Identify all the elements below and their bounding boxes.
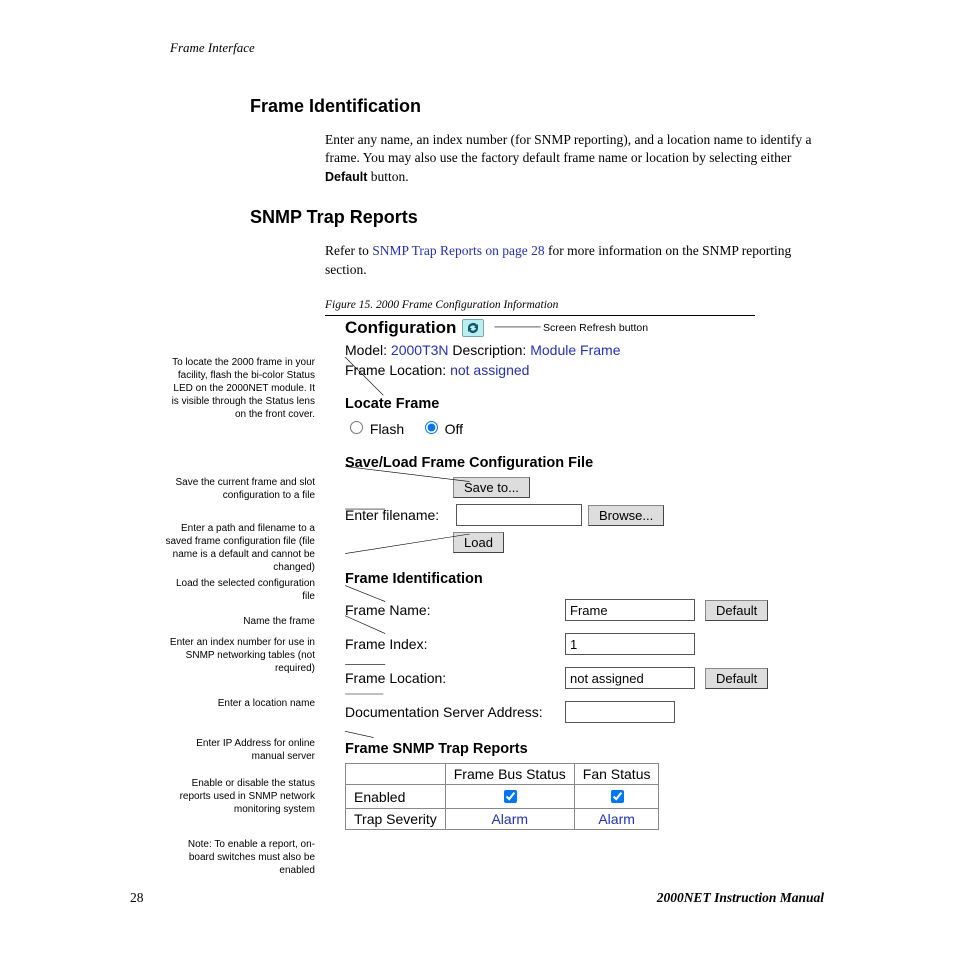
model-label: Model: — [345, 342, 387, 358]
page-number: 28 — [130, 890, 144, 906]
annot-filename: Enter a path and filename to a saved fra… — [165, 522, 315, 574]
frame-index-label: Frame Index: — [345, 636, 555, 652]
annot-note: Note: To enable a report, on-board switc… — [165, 838, 315, 877]
radio-off[interactable]: Off — [420, 418, 463, 437]
section-title-snmp: SNMP Trap Reports — [250, 207, 824, 228]
fan-trap-severity[interactable]: Alarm — [574, 809, 659, 830]
body-text: button. — [367, 169, 408, 184]
frame-id-heading: Frame Identification — [345, 571, 805, 587]
config-title: Configuration — [345, 318, 456, 338]
desc-value: Module Frame — [530, 342, 620, 358]
annot-location: Enter a location name — [218, 697, 315, 710]
frame-name-label: Frame Name: — [345, 602, 555, 618]
save-to-button[interactable]: Save to... — [453, 477, 530, 498]
frame-loc-label: Frame Location: — [345, 362, 446, 378]
frame-name-input[interactable] — [565, 599, 695, 621]
manual-title: 2000NET Instruction Manual — [657, 890, 824, 906]
desc-label: Description: — [452, 342, 526, 358]
radio-flash[interactable]: Flash — [345, 418, 404, 437]
table-row: Trap Severity Alarm Alarm — [346, 809, 659, 830]
bus-trap-severity[interactable]: Alarm — [445, 809, 574, 830]
annot-name: Name the frame — [243, 615, 315, 628]
annot-index: Enter an index number for use in SNMP ne… — [165, 636, 315, 675]
doc-server-input[interactable] — [565, 701, 675, 723]
model-value: 2000T3N — [391, 342, 449, 358]
th-bus: Frame Bus Status — [445, 764, 574, 785]
annot-snmp: Enable or disable the status reports use… — [165, 777, 315, 816]
row-trap-label: Trap Severity — [346, 809, 446, 830]
config-heading: Configuration — [345, 318, 484, 338]
snmp-paragraph: Refer to SNMP Trap Reports on page 28 fo… — [325, 242, 824, 280]
table-row: Enabled — [346, 785, 659, 809]
frame-name-default-button[interactable]: Default — [705, 600, 768, 621]
frame-id-paragraph: Enter any name, an index number (for SNM… — [325, 131, 824, 188]
row-enabled-label: Enabled — [346, 785, 446, 809]
snmp-reports-heading: Frame SNMP Trap Reports — [345, 741, 805, 757]
frame-location-default-button[interactable]: Default — [705, 668, 768, 689]
frame-index-input[interactable] — [565, 633, 695, 655]
table-row: Frame Bus Status Fan Status — [346, 764, 659, 785]
browse-button[interactable]: Browse... — [588, 505, 664, 526]
enter-filename-label: Enter filename: — [345, 507, 450, 523]
body-text: Refer to — [325, 243, 372, 258]
refresh-button-callout: Screen Refresh button — [543, 322, 648, 334]
load-button[interactable]: Load — [453, 532, 504, 553]
default-literal: Default — [325, 170, 367, 184]
filename-input[interactable] — [456, 504, 582, 526]
doc-server-label: Documentation Server Address: — [345, 704, 555, 720]
fan-enabled-checkbox[interactable] — [611, 790, 624, 803]
frame-location-input[interactable] — [565, 667, 695, 689]
bus-enabled-checkbox[interactable] — [504, 790, 517, 803]
radio-flash-label: Flash — [370, 421, 404, 437]
refresh-icon[interactable] — [462, 319, 484, 337]
th-empty — [346, 764, 446, 785]
body-text: Enter any name, an index number (for SNM… — [325, 132, 811, 166]
annot-docsrv: Enter IP Address for online manual serve… — [165, 737, 315, 763]
saveload-heading: Save/Load Frame Configuration File — [345, 455, 805, 471]
frame-location-label: Frame Location: — [345, 670, 555, 686]
snmp-table: Frame Bus Status Fan Status Enabled Trap… — [345, 763, 659, 830]
section-title-frame-id: Frame Identification — [250, 96, 824, 117]
radio-off-label: Off — [445, 421, 463, 437]
frame-loc-value: not assigned — [450, 362, 529, 378]
annot-locate: To locate the 2000 frame in your facilit… — [165, 356, 315, 421]
figure-rule — [325, 315, 755, 316]
xref-snmp-trap-reports[interactable]: SNMP Trap Reports on page 28 — [372, 243, 544, 258]
annot-save: Save the current frame and slot configur… — [165, 476, 315, 502]
annot-load: Load the selected configuration file — [165, 577, 315, 603]
th-fan: Fan Status — [574, 764, 659, 785]
figure-caption: Figure 15. 2000 Frame Configuration Info… — [325, 299, 824, 311]
page-header: Frame Interface — [170, 40, 824, 56]
locate-frame-heading: Locate Frame — [345, 396, 805, 412]
